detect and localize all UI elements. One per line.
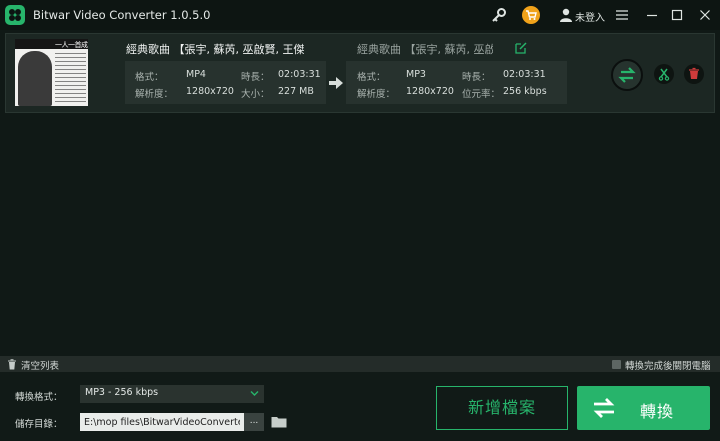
trash-icon[interactable] [7, 359, 17, 370]
convert-arrows-icon [593, 398, 615, 418]
title-bar: Bitwar Video Converter 1.0.5.0 未登入 [0, 0, 720, 30]
delete-button[interactable] [684, 64, 704, 84]
app-logo-icon [5, 5, 25, 25]
cart-icon[interactable] [522, 6, 540, 24]
target-resolution-label: 解析度： [357, 89, 396, 100]
close-icon[interactable] [697, 7, 713, 23]
singer-portrait [18, 51, 52, 106]
target-format: MP3 [406, 69, 426, 80]
login-link[interactable]: 未登入 [575, 9, 605, 24]
target-info: 格式： MP3 時長： 02:03:31 解析度： 1280x720 位元率： … [346, 61, 567, 104]
target-resolution: 1280x720 [406, 86, 454, 97]
source-size: 227 MB [278, 86, 314, 97]
minimize-icon[interactable] [644, 7, 660, 23]
convert-button[interactable]: 轉換 [577, 386, 710, 430]
maximize-icon[interactable] [669, 7, 685, 23]
cut-button[interactable] [654, 64, 674, 84]
user-icon[interactable] [558, 7, 574, 23]
video-thumbnail: 一人一首成名曲 [15, 39, 88, 106]
target-bitrate: 256 kbps [503, 86, 547, 97]
convert-arrows-icon [618, 67, 636, 83]
source-info: 格式： MP4 時長： 02:03:31 解析度： 1280x720 大小： 2… [125, 61, 326, 104]
source-size-label: 大小： [241, 89, 270, 100]
source-resolution: 1280x720 [186, 86, 234, 97]
arrow-right-icon [329, 77, 343, 89]
format-select[interactable]: MP3 - 256 kbps [80, 385, 264, 403]
output-file-name: 經典歌曲 【張宇, 蘇芮, 巫啟... [357, 43, 493, 56]
target-bitrate-label: 位元率： [462, 89, 501, 100]
source-duration: 02:03:31 [278, 69, 321, 80]
source-resolution-label: 解析度： [135, 89, 174, 100]
format-value: MP3 - 256 kbps [85, 387, 159, 398]
file-card[interactable]: 一人一首成名曲 經典歌曲 【張宇, 蘇芮, 巫啟賢, 王傑, ... 經典歌曲 … [5, 33, 715, 113]
thumbnail-title: 一人一首成名曲 [55, 41, 88, 49]
trash-icon [689, 67, 699, 79]
clear-list-button[interactable]: 清空列表 [21, 358, 59, 372]
shutdown-checkbox[interactable] [612, 360, 621, 369]
save-path-input[interactable] [80, 413, 244, 431]
target-duration-label: 時長： [462, 72, 491, 83]
source-format: MP4 [186, 69, 206, 80]
format-label: 轉換格式： [15, 392, 63, 403]
browse-button[interactable]: ... [244, 413, 264, 431]
save-dir-label: 儲存目錄： [15, 419, 63, 430]
edit-icon[interactable] [514, 41, 528, 55]
source-format-label: 格式： [135, 72, 164, 83]
bottom-panel: 轉換格式： MP3 - 256 kbps 儲存目錄： ... 新增檔案 轉換 [0, 372, 720, 441]
target-format-label: 格式： [357, 72, 386, 83]
source-file-name: 經典歌曲 【張宇, 蘇芮, 巫啟賢, 王傑, ... [126, 43, 304, 56]
list-footer: 清空列表 轉換完成後關閉電腦 [0, 356, 720, 372]
shutdown-label: 轉換完成後關閉電腦 [625, 361, 711, 372]
convert-button-label: 轉換 [640, 402, 675, 421]
app-title: Bitwar Video Converter 1.0.5.0 [33, 8, 211, 22]
menu-icon[interactable] [614, 7, 630, 23]
target-duration: 02:03:31 [503, 69, 546, 80]
scissors-icon [658, 68, 670, 81]
chevron-down-icon [250, 391, 259, 396]
folder-icon[interactable] [271, 416, 287, 428]
add-file-button[interactable]: 新增檔案 [436, 386, 568, 430]
convert-file-button[interactable] [611, 59, 643, 91]
key-icon[interactable] [491, 7, 507, 23]
source-duration-label: 時長： [241, 72, 270, 83]
